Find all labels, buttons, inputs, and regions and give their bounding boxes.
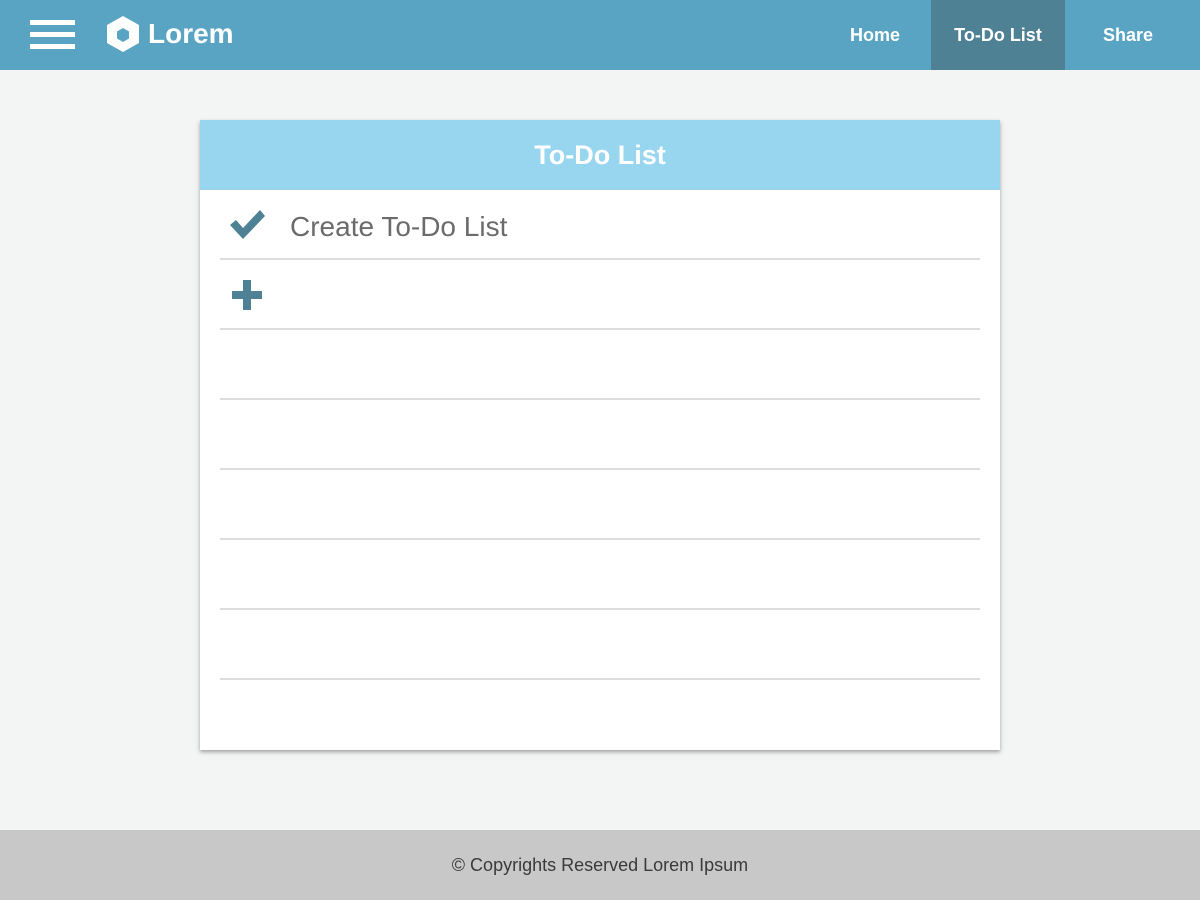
todo-list: Create To-Do List [200, 190, 1000, 750]
empty-row[interactable] [220, 400, 980, 470]
empty-row[interactable] [220, 330, 980, 400]
todo-card: To-Do List Create To-Do List [200, 120, 1000, 750]
nav-todo-list[interactable]: To-Do List [931, 0, 1065, 70]
plus-icon[interactable] [228, 278, 266, 312]
hexagon-logo-icon [107, 16, 139, 52]
footer: © Copyrights Reserved Lorem Ipsum [0, 830, 1200, 900]
footer-copyright: © Copyrights Reserved Lorem Ipsum [451, 854, 749, 875]
add-item-row[interactable] [220, 260, 980, 330]
nav-share[interactable]: Share [1065, 0, 1191, 70]
todo-item[interactable]: Create To-Do List [220, 190, 980, 260]
checkmark-icon[interactable] [228, 208, 266, 242]
empty-row[interactable] [220, 610, 980, 680]
todo-item-text: Create To-Do List [290, 211, 508, 242]
todo-card-title: To-Do List [200, 120, 1000, 190]
empty-row[interactable] [220, 680, 980, 750]
empty-row[interactable] [220, 470, 980, 540]
nav-home[interactable]: Home [820, 0, 930, 70]
top-navbar: Lorem Home To-Do List Share [0, 0, 1200, 70]
empty-row[interactable] [220, 540, 980, 610]
brand-name[interactable]: Lorem [148, 17, 234, 51]
hamburger-menu-icon[interactable] [30, 20, 75, 50]
